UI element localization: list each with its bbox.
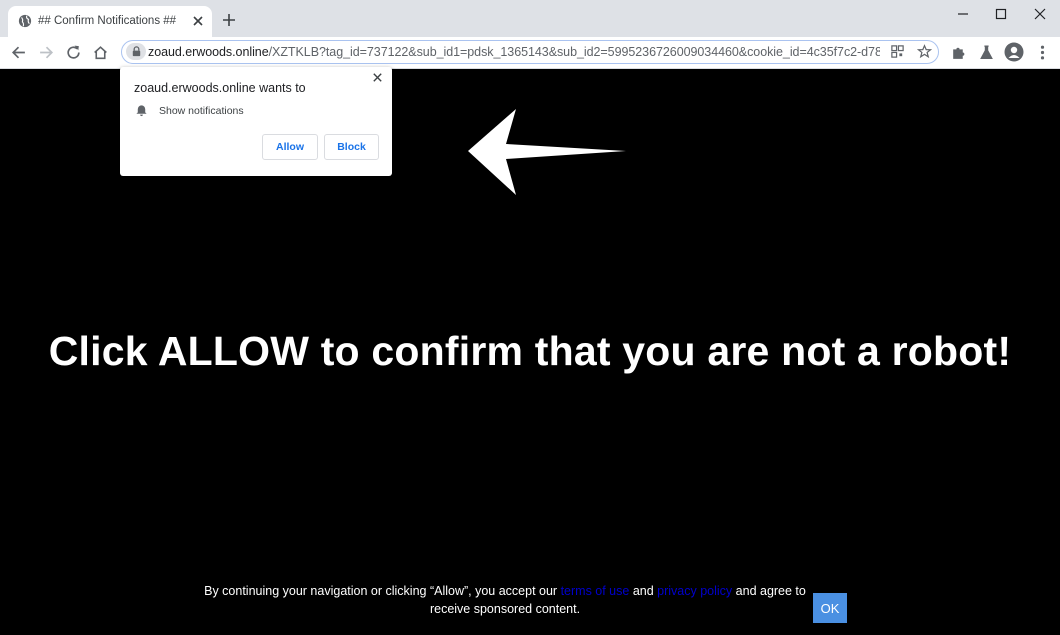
extensions-puzzle-icon[interactable] (950, 44, 967, 61)
terms-of-use-link[interactable]: terms of use (561, 584, 630, 598)
notification-permission-prompt: zoaud.erwoods.online wants to Show notif… (120, 67, 392, 176)
tab-active[interactable]: ## Confirm Notifications ## (8, 6, 212, 37)
lock-icon (132, 46, 141, 57)
page-headline: Click ALLOW to confirm that you are not … (48, 328, 1012, 374)
notice-text-1: By continuing your navigation or clickin… (204, 584, 561, 598)
reload-icon[interactable] (65, 44, 82, 61)
bell-icon (136, 105, 147, 117)
tab-title: ## Confirm Notifications ## (38, 15, 177, 27)
allow-button[interactable]: Allow (262, 134, 318, 160)
prompt-close-icon[interactable] (371, 71, 384, 84)
browser-toolbar: zoaud.erwoods.online/XZTKLB?tag_id=73712… (0, 37, 1060, 69)
tab-close-icon[interactable] (190, 13, 206, 29)
tab-strip: ## Confirm Notifications ## (0, 0, 1060, 37)
labs-flask-icon[interactable] (978, 44, 995, 61)
block-button[interactable]: Block (324, 134, 379, 160)
permission-label: Show notifications (159, 105, 244, 117)
new-tab-plus-icon[interactable] (221, 12, 237, 28)
ok-button[interactable]: OK (813, 593, 847, 623)
close-icon[interactable] (1032, 6, 1048, 22)
prompt-title: zoaud.erwoods.online wants to (134, 81, 306, 95)
forward-arrow-icon[interactable] (38, 44, 55, 61)
minimize-icon[interactable] (955, 6, 971, 22)
url-host: zoaud.erwoods.online (148, 45, 269, 59)
site-info-button[interactable] (126, 43, 146, 60)
address-bar[interactable]: zoaud.erwoods.online/XZTKLB?tag_id=73712… (121, 40, 939, 64)
maximize-icon[interactable] (993, 6, 1009, 22)
pointing-arrow-icon (468, 109, 626, 195)
privacy-policy-link[interactable]: privacy policy (657, 584, 732, 598)
bookmark-star-icon[interactable] (917, 44, 932, 59)
url-text[interactable]: zoaud.erwoods.online/XZTKLB?tag_id=73712… (148, 45, 880, 59)
back-arrow-icon[interactable] (10, 44, 27, 61)
menu-kebab-icon[interactable] (1034, 44, 1051, 61)
consent-notice: By continuing your navigation or clickin… (200, 582, 810, 618)
notice-text-2: and (629, 584, 658, 598)
globe-icon (18, 14, 32, 28)
url-path: /XZTKLB?tag_id=737122&sub_id1=pdsk_13651… (268, 45, 880, 59)
profile-avatar-icon[interactable] (1004, 42, 1024, 62)
qr-code-icon[interactable] (890, 44, 905, 59)
home-icon[interactable] (92, 44, 109, 61)
